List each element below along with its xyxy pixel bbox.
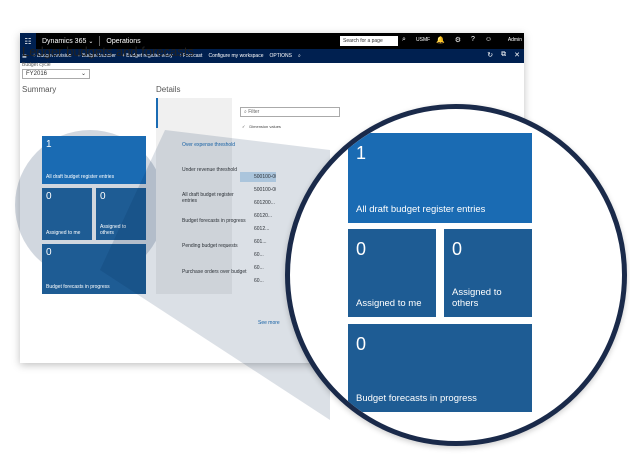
tile-count: 0 (356, 239, 367, 259)
magnifier-lens: 1 All draft budget register entries 0 As… (285, 104, 627, 446)
tile-count: 0 (452, 239, 463, 259)
tile-label: Assigned to me (356, 298, 422, 309)
tile-count: 1 (356, 143, 367, 163)
tile-label: All draft budget register entries (356, 204, 486, 215)
tile-label: Budget forecasts in progress (356, 393, 477, 404)
tile-label: Assigned to others (452, 287, 502, 309)
tile-budget-forecasts-zoomed[interactable]: 0 Budget forecasts in progress (348, 324, 532, 412)
tile-assigned-to-me-zoomed[interactable]: 0 Assigned to me (348, 229, 436, 317)
tile-all-draft-entries-zoomed[interactable]: 1 All draft budget register entries (348, 133, 532, 223)
tile-assigned-to-others-zoomed[interactable]: 0 Assigned to others (444, 229, 532, 317)
tile-count: 0 (356, 334, 367, 354)
